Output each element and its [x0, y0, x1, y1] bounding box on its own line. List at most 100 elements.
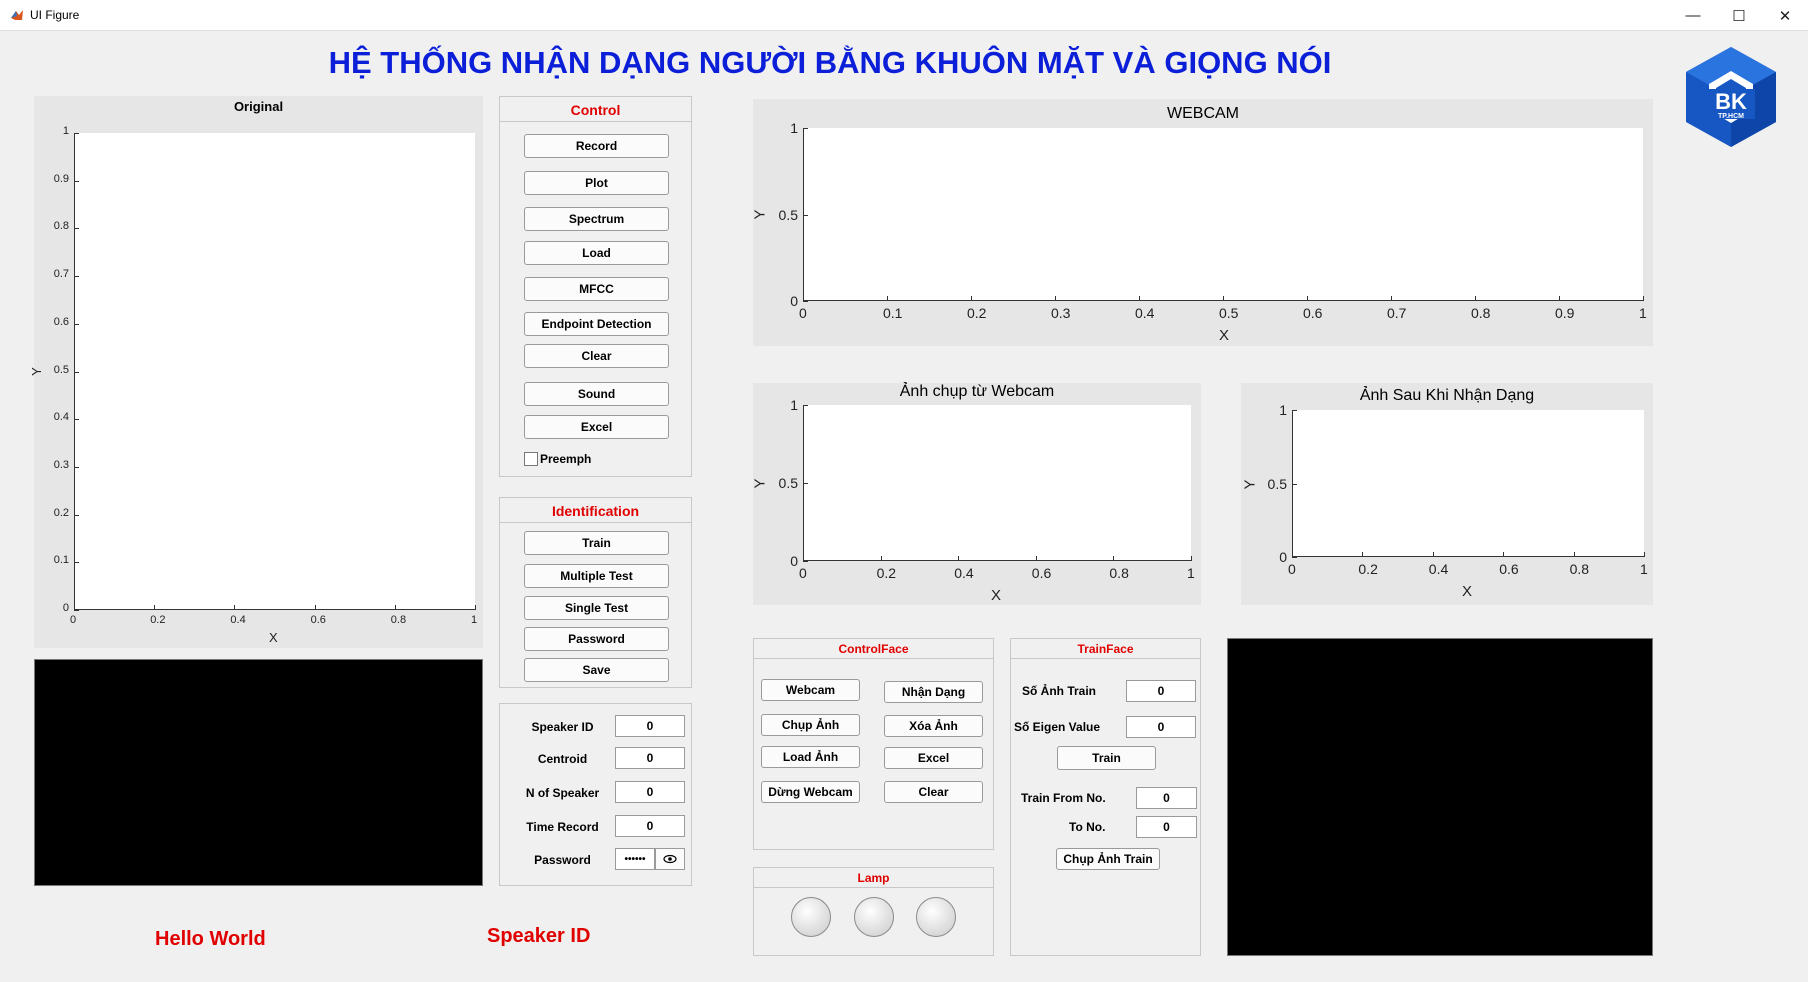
to-no-field[interactable]: 0 [1136, 816, 1197, 838]
webcam-xtick-mark [1475, 296, 1476, 301]
recognized-xtick-mark [1573, 552, 1575, 557]
load-anh-button[interactable]: Load Ảnh [761, 746, 860, 768]
centroid-field[interactable]: 0 [615, 747, 685, 769]
control-panel: Control Record Plot Spectrum Load MFCC E… [499, 96, 692, 477]
maximize-button[interactable]: ☐ [1716, 0, 1762, 31]
train-speaker-button[interactable]: Train [524, 531, 669, 555]
time-record-field[interactable]: 0 [615, 815, 685, 837]
original-ytick-mark [74, 562, 79, 564]
capture-plot-area[interactable] [803, 405, 1191, 561]
webcam-ytick-mark [803, 301, 808, 302]
recognized-ytick-label: 0.5 [1267, 475, 1287, 492]
window-title: UI Figure [30, 8, 80, 22]
original-axes-title: Original [233, 99, 284, 114]
capture-xtick-label: 0.4 [954, 565, 974, 581]
capture-xtick-label: 0.2 [876, 565, 897, 581]
sound-button[interactable]: Sound [524, 382, 669, 406]
eye-icon [663, 854, 677, 864]
to-no-label: To No. [1069, 820, 1106, 834]
capture-ytick-mark [803, 405, 808, 406]
original-xtick-mark [394, 605, 396, 610]
original-xtick-label: 0.8 [390, 614, 407, 626]
original-xtick-mark [234, 605, 236, 610]
centroid-label: Centroid [537, 752, 588, 766]
dung-webcam-button[interactable]: Dừng Webcam [761, 781, 860, 803]
chup-anh-train-button[interactable]: Chụp Ảnh Train [1056, 848, 1160, 870]
original-ytick-label: 0.4 [53, 411, 69, 424]
webcam-xtick-mark [1055, 296, 1056, 301]
password-button[interactable]: Password [524, 627, 669, 651]
recognized-plot-area[interactable] [1292, 410, 1644, 557]
recognized-xtick-label: 0.6 [1499, 561, 1519, 577]
original-ytick-label: 0.2 [53, 506, 69, 519]
webcam-button[interactable]: Webcam [761, 679, 860, 701]
preemph-checkbox[interactable] [524, 452, 538, 466]
original-xtick-label: 0 [70, 614, 77, 626]
webcam-xtick-label: 0.9 [1555, 305, 1575, 321]
logo-subtext: TP.HCM [1718, 113, 1744, 120]
record-button[interactable]: Record [524, 134, 669, 158]
trainface-panel: TrainFace Số Ảnh Train 0 Số Eigen Value … [1010, 638, 1201, 956]
excel-button[interactable]: Excel [524, 415, 669, 439]
original-ytick-label: 0.8 [53, 220, 69, 233]
controlface-panel: ControlFace Webcam Chụp Ảnh Load Ảnh Dừn… [753, 638, 994, 850]
control-panel-title: Control [570, 102, 621, 118]
capture-xtick-label: 0 [799, 565, 807, 581]
webcam-ytick-label: 0.5 [778, 206, 798, 223]
identification-panel-title: Identification [551, 503, 640, 519]
train-from-field[interactable]: 0 [1136, 787, 1197, 809]
so-eigen-field[interactable]: 0 [1126, 716, 1196, 738]
controlface-panel-title: ControlFace [838, 642, 909, 656]
capture-ytick-label: 1 [790, 397, 798, 413]
lamp-panel-title: Lamp [857, 871, 890, 885]
multiple-test-button[interactable]: Multiple Test [524, 564, 669, 588]
clear-button[interactable]: Clear [524, 344, 669, 368]
minimize-button[interactable]: — [1670, 0, 1716, 31]
save-button[interactable]: Save [524, 658, 669, 682]
excel-face-button[interactable]: Excel [884, 747, 983, 769]
so-anh-train-field[interactable]: 0 [1126, 680, 1196, 702]
speaker-id-field[interactable]: 0 [615, 715, 685, 737]
recognized-xtick-mark [1644, 552, 1645, 557]
train-from-label: Train From No. [1021, 791, 1106, 805]
speaker-id-text: Speaker ID [487, 925, 591, 947]
nhan-dang-button[interactable]: Nhận Dạng [884, 681, 983, 703]
endpoint-detection-button[interactable]: Endpoint Detection [524, 312, 669, 336]
webcam-xtick-label: 0.4 [1135, 305, 1155, 321]
capture-ylabel: Y [751, 478, 769, 489]
password-label: Password [534, 853, 591, 867]
original-ytick-mark [74, 514, 79, 516]
spectrum-button[interactable]: Spectrum [524, 207, 669, 231]
original-ytick-mark [74, 610, 79, 611]
xoa-anh-button[interactable]: Xóa Ảnh [884, 715, 983, 737]
original-ytick-label: 0.9 [53, 172, 69, 185]
webcam-xtick-label: 1 [1639, 305, 1647, 321]
window-titlebar: UI Figure — ☐ ✕ [0, 0, 1808, 31]
speaker-info-panel: Speaker ID 0 Centroid 0 N of Speaker 0 T… [499, 703, 692, 886]
recognized-ytick-mark [1292, 557, 1297, 558]
train-face-button[interactable]: Train [1057, 746, 1156, 770]
original-ytick-mark [74, 419, 79, 421]
webcam-xtick-label: 0.1 [883, 305, 903, 321]
capture-ytick-label: 0 [790, 553, 798, 569]
webcam-plot-area[interactable] [803, 128, 1643, 301]
show-password-button[interactable] [655, 848, 685, 870]
plot-button[interactable]: Plot [524, 171, 669, 195]
recognized-xtick-label: 0.8 [1569, 561, 1590, 577]
webcam-ylabel: Y [751, 209, 769, 220]
chup-anh-button[interactable]: Chụp Ảnh [761, 714, 860, 736]
original-plot-area[interactable] [74, 133, 475, 610]
recognized-xtick-mark [1432, 552, 1434, 557]
clear-face-button[interactable]: Clear [884, 781, 983, 803]
n-of-speaker-field[interactable]: 0 [615, 781, 685, 803]
close-button[interactable]: ✕ [1762, 0, 1808, 31]
password-field[interactable]: •••••• [615, 848, 655, 870]
single-test-button[interactable]: Single Test [524, 596, 669, 620]
mfcc-button[interactable]: MFCC [524, 277, 669, 301]
load-button[interactable]: Load [524, 241, 669, 265]
original-ytick-label: 0.3 [53, 458, 69, 471]
original-ytick-label: 0.6 [53, 315, 69, 328]
webcam-xtick-label: 0.7 [1387, 305, 1407, 321]
recognized-xtick-label: 0.2 [1358, 561, 1378, 577]
original-ytick-label: 0.5 [53, 363, 69, 376]
